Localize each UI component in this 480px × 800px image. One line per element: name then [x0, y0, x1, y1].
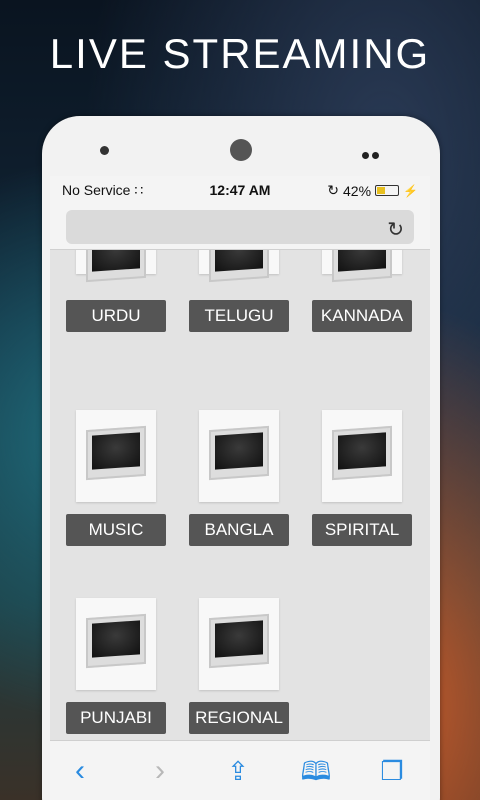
address-bar[interactable]: ↻ — [66, 210, 414, 244]
channel-label: KANNADA — [312, 300, 412, 332]
tv-thumbnail — [76, 250, 156, 283]
tabs-icon[interactable]: ❐ — [372, 753, 412, 789]
channel-label: BANGLA — [189, 514, 289, 546]
channel-label: SPIRITAL — [312, 514, 412, 546]
tv-thumbnail — [322, 250, 402, 283]
tv-thumbnail — [199, 250, 279, 283]
channel-grid: URDU TELUGU KANNADA MUSIC BANGLA SPIRITA… — [50, 250, 430, 740]
speaker — [230, 139, 252, 161]
camera-dots — [362, 146, 382, 164]
bookmarks-icon[interactable]: 🕮 — [296, 753, 336, 789]
sensor-dot — [100, 146, 109, 155]
headline: LIVE STREAMING — [49, 30, 431, 77]
status-bar: No Service ∷ 12:47 AM ↻ 42% ⚡ — [50, 176, 430, 204]
reload-icon[interactable]: ↻ — [387, 217, 404, 242]
channel-label: URDU — [66, 300, 166, 332]
channel-label: REGIONAL — [189, 702, 289, 734]
chevron-left-icon[interactable]: ‹ — [60, 753, 100, 789]
tv-thumbnail — [199, 598, 279, 690]
address-bar-area: ↻ — [50, 204, 430, 250]
status-right: ↻ 42% ⚡ — [327, 182, 418, 199]
channel-label: PUNJABI — [66, 702, 166, 734]
phone-screen: No Service ∷ 12:47 AM ↻ 42% ⚡ ↻ URDU TEL… — [50, 176, 430, 800]
channel-label: TELUGU — [189, 300, 289, 332]
browser-toolbar: ‹ › ⇪ 🕮 ❐ — [50, 740, 430, 800]
chevron-right-icon[interactable]: › — [140, 753, 180, 789]
battery-percent: 42% — [343, 182, 372, 199]
tv-thumbnail — [76, 410, 156, 502]
share-icon[interactable]: ⇪ — [218, 753, 258, 789]
rotation-lock-icon: ↻ — [327, 182, 340, 198]
tv-thumbnail — [76, 598, 156, 690]
battery-icon — [375, 185, 400, 196]
tv-thumbnail — [322, 410, 402, 502]
charging-icon: ⚡ — [403, 183, 418, 198]
tv-thumbnail — [199, 410, 279, 502]
channel-label: MUSIC — [66, 514, 166, 546]
